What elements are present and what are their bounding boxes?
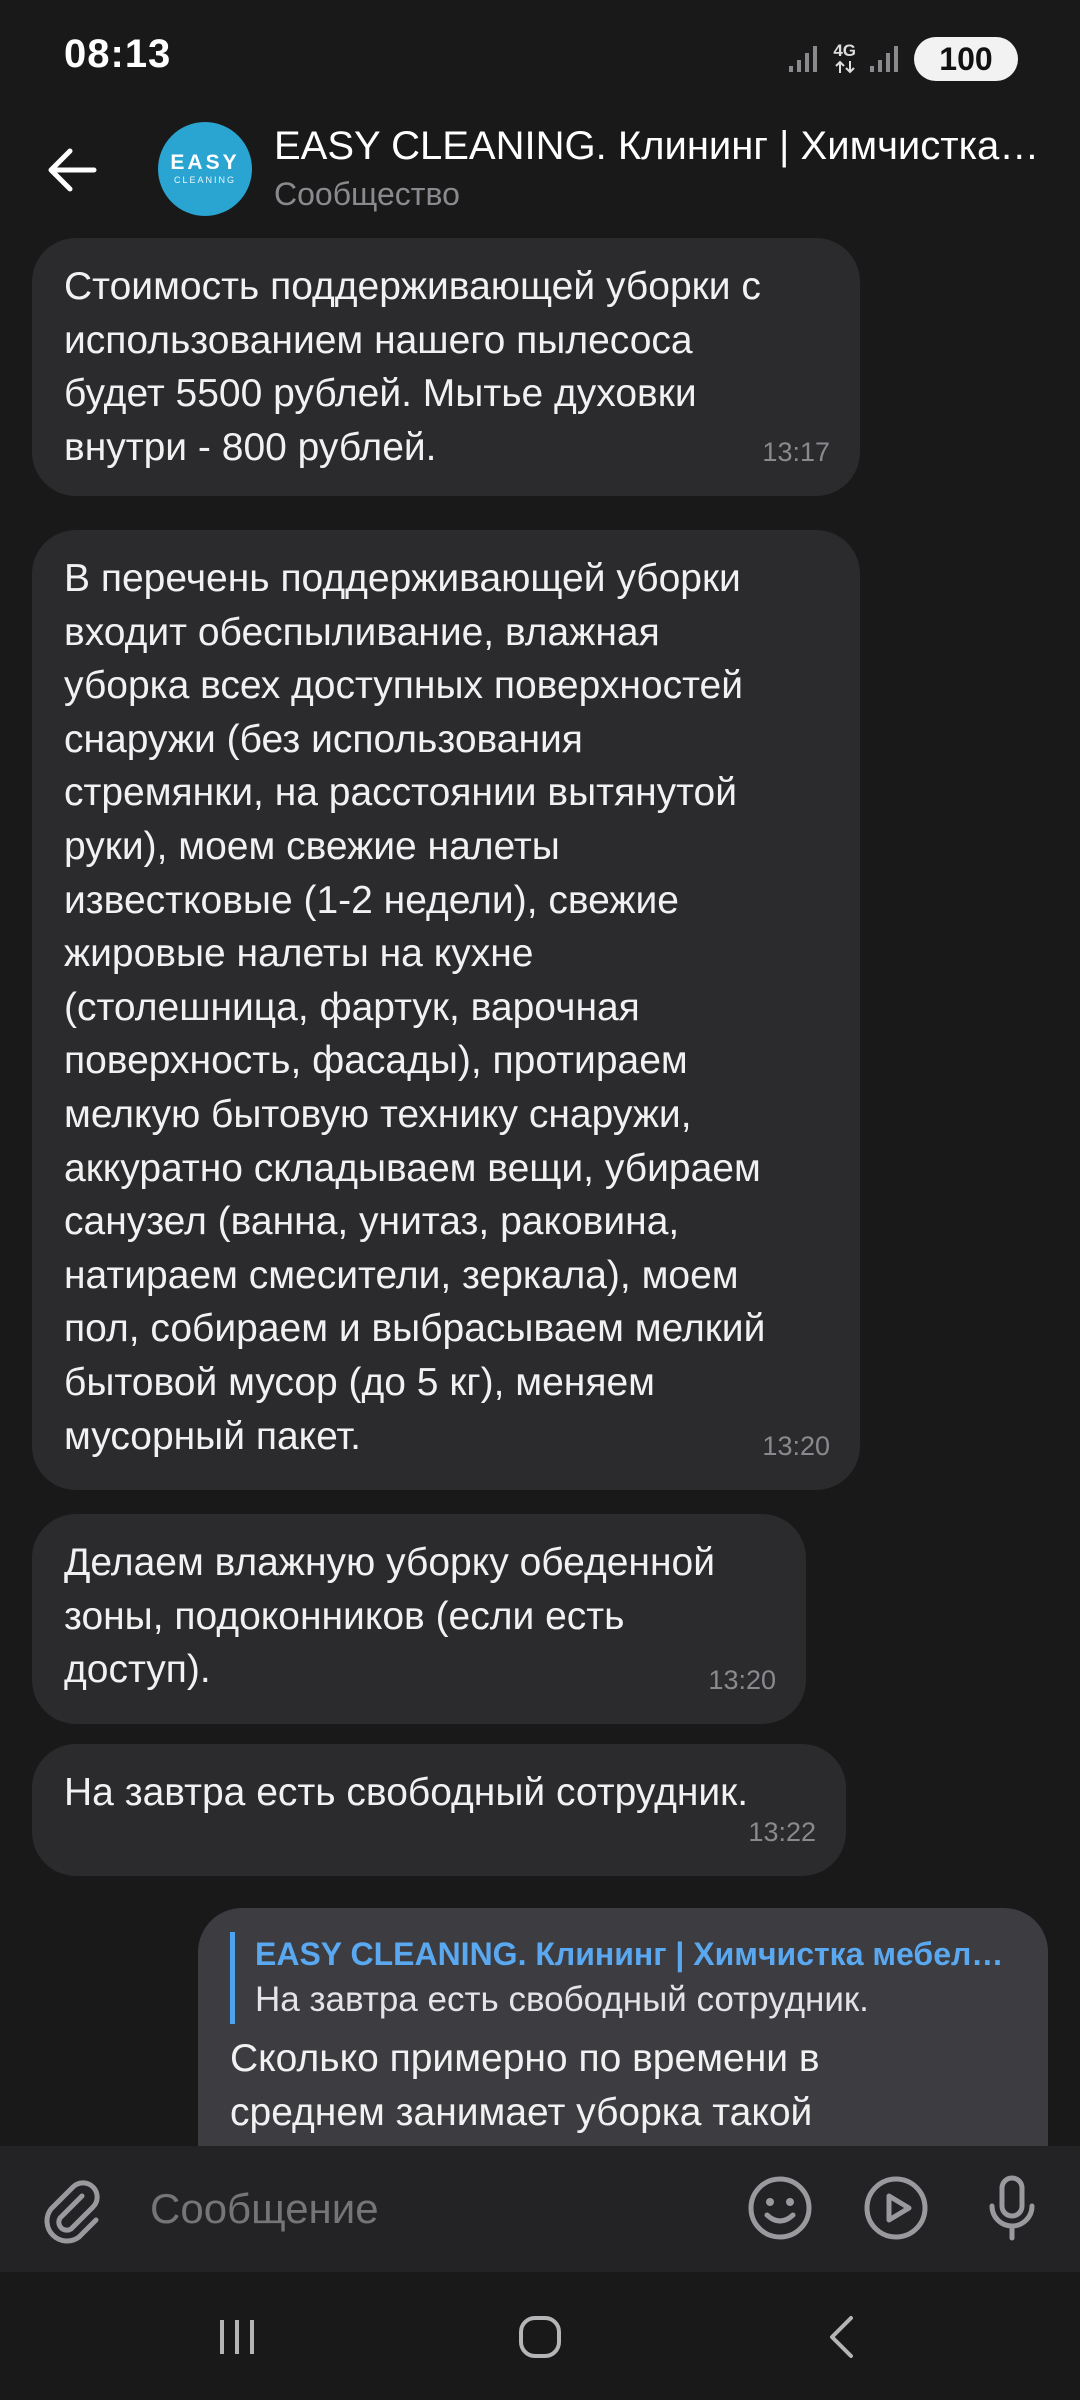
chat-subtitle: Сообщество	[274, 176, 460, 212]
smiley-icon	[748, 2176, 812, 2240]
reply-quote[interactable]: EASY CLEANING. Клининг | Химчистка мебел…	[230, 1932, 1018, 2024]
message-bubble[interactable]: Делаем влажную уборку обеденной зоны, по…	[32, 1514, 806, 1724]
status-bar: 08:13 4G 100	[0, 0, 1080, 110]
message-input[interactable]	[150, 2176, 710, 2242]
chat-title[interactable]: EASY CLEANING. Клининг | Химчистка…	[274, 124, 1060, 169]
battery-indicator: 100	[914, 37, 1018, 81]
recent-apps-button[interactable]	[192, 2302, 282, 2372]
home-button[interactable]	[495, 2302, 585, 2372]
voice-message-button[interactable]	[976, 2172, 1048, 2244]
attach-button[interactable]	[38, 2174, 108, 2244]
signal-icon	[787, 44, 821, 74]
message-time: 13:17	[762, 437, 830, 468]
avatar-logo-text: EASY	[170, 151, 240, 174]
message-bubble[interactable]: Стоимость поддерживающей уборки с исполь…	[32, 238, 860, 496]
chat-header: EASY CLEANING EASY CLEANING. Клининг | Х…	[0, 110, 1080, 238]
message-text: В перечень поддерживающей уборки входит …	[64, 557, 766, 1458]
microphone-icon	[989, 2175, 1035, 2241]
signal-icon-2	[868, 44, 902, 74]
message-text: Делаем влажную уборку обеденной зоны, по…	[64, 1541, 715, 1692]
home-icon	[519, 2316, 561, 2358]
avatar-logo-subtext: CLEANING	[173, 175, 236, 185]
network-label: 4G	[833, 41, 856, 60]
emoji-button[interactable]	[744, 2172, 816, 2244]
video-message-button[interactable]	[860, 2172, 932, 2244]
video-message-icon	[864, 2176, 928, 2240]
status-icons: 4G 100	[787, 36, 1018, 82]
network-type-icon: 4G	[833, 41, 856, 75]
nav-back-button[interactable]	[798, 2302, 888, 2372]
message-text: На завтра есть свободный сотрудник.	[64, 1771, 749, 1814]
message-time: 13:22	[748, 1817, 816, 1848]
message-bubble[interactable]: В перечень поддерживающей уборки входит …	[32, 530, 860, 1490]
screen: 08:13 4G 100 EASY CLEANING EASY CLEANING…	[0, 0, 1080, 2400]
status-time: 08:13	[64, 32, 172, 76]
chevron-left-icon	[830, 2316, 853, 2358]
message-text: Сколько примерно по времени в среднем за…	[230, 2037, 820, 2134]
recent-apps-icon	[220, 2320, 254, 2354]
outgoing-message-bubble[interactable]: EASY CLEANING. Клининг | Химчистка мебел…	[198, 1908, 1048, 2146]
message-time: 13:20	[708, 1665, 776, 1696]
paperclip-icon	[44, 2180, 100, 2244]
message-list[interactable]: Стоимость поддерживающей уборки с исполь…	[0, 238, 1080, 2146]
arrow-left-icon	[48, 148, 97, 192]
community-avatar[interactable]: EASY CLEANING	[158, 122, 252, 216]
message-time: 13:20	[762, 1431, 830, 1462]
reply-author: EASY CLEANING. Клининг | Химчистка мебел…	[255, 1936, 1004, 1972]
message-text: Стоимость поддерживающей уборки с исполь…	[64, 265, 761, 469]
reply-text: На завтра есть свободный сотрудник.	[255, 1980, 869, 2019]
system-nav-bar	[0, 2272, 1080, 2400]
message-bubble[interactable]: На завтра есть свободный сотрудник. 13:2…	[32, 1744, 846, 1876]
message-composer	[0, 2146, 1080, 2272]
back-button[interactable]	[36, 130, 108, 210]
